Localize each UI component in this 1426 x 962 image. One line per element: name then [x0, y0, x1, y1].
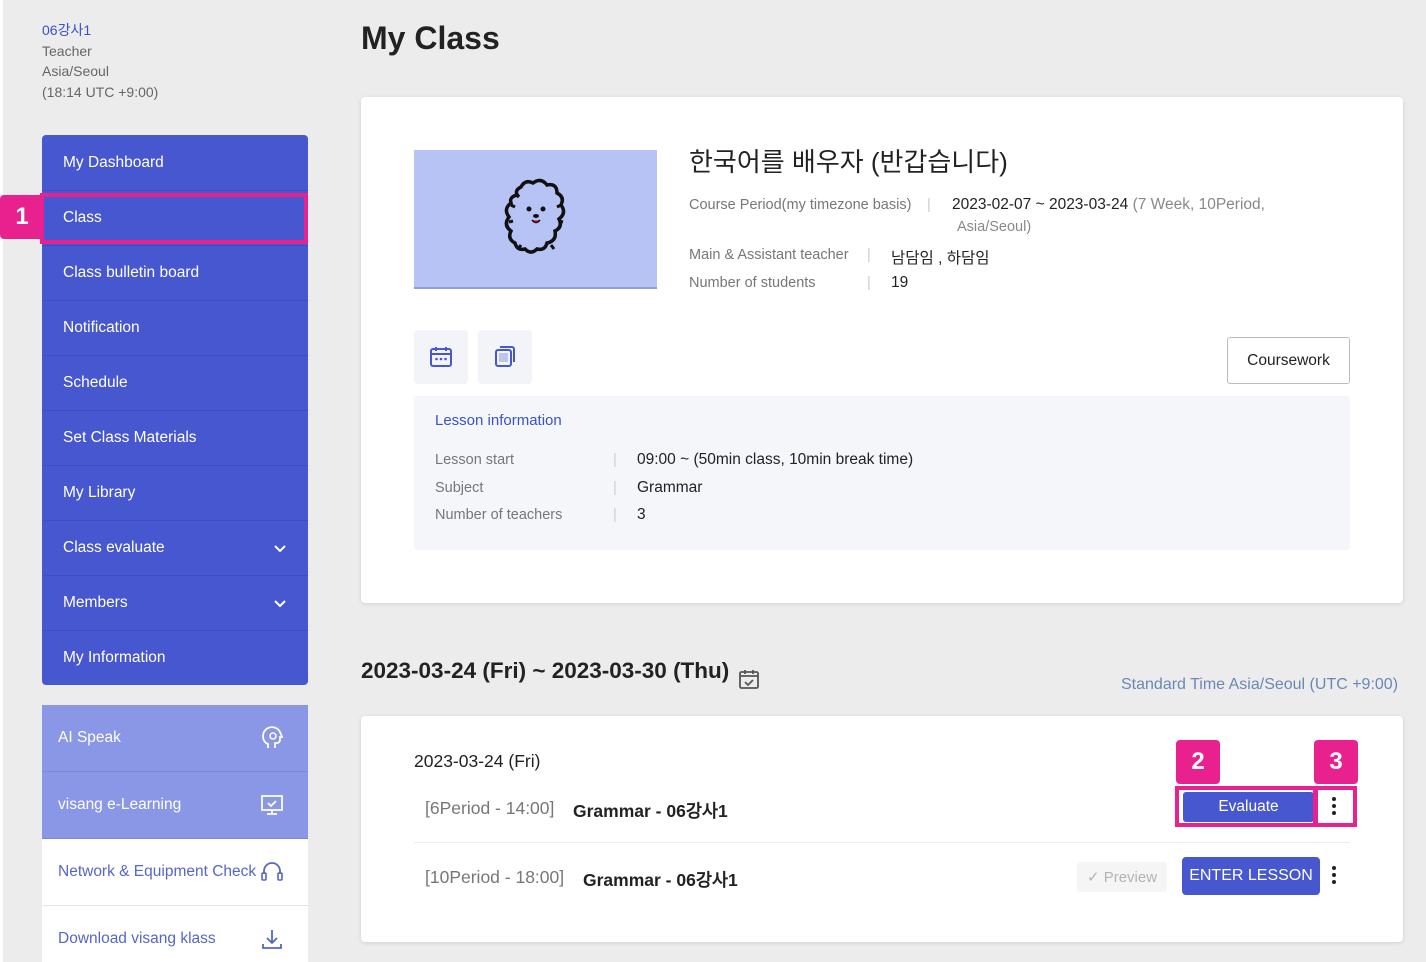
materials-button[interactable]	[478, 330, 532, 384]
calendar-icon	[430, 347, 452, 367]
sidebar-item-members[interactable]: Members	[42, 575, 308, 630]
tool-visang-elearning[interactable]: visang e-Learning	[42, 772, 308, 839]
enter-lesson-button[interactable]: ENTER LESSON	[1182, 857, 1320, 895]
sidebar-item-label: Class bulletin board	[63, 264, 200, 281]
tool-label: AI Speak	[58, 729, 121, 746]
standard-time: Standard Time Asia/Seoul (UTC +9:00)	[1121, 676, 1399, 693]
lesson-info-row: Number of teachers | 3	[435, 506, 646, 523]
teacher-row: Main & Assistant teacher | 남담임 , 하담임	[689, 247, 989, 267]
chevron-down-icon	[274, 600, 286, 608]
course-period-timezone: Asia/Seoul)	[957, 219, 1032, 235]
tool-label: visang e-Learning	[58, 796, 182, 813]
day-card: 2023-03-24 (Fri) [6Period - 14:00] Gramm…	[361, 716, 1403, 942]
sidebar-item-class-evaluate[interactable]: Class evaluate	[42, 520, 308, 575]
calendar-check-icon[interactable]	[738, 668, 760, 690]
students-label: Number of students	[689, 275, 816, 291]
coursework-button[interactable]: Coursework	[1227, 337, 1350, 384]
lesson-info-heading: Lesson information	[435, 412, 562, 429]
annotation-badge: 3	[1314, 740, 1358, 784]
week-range: 2023-03-24 (Fri) ~ 2023-03-30 (Thu)	[361, 658, 730, 683]
lesson-info-row: Subject | Grammar	[435, 479, 702, 496]
chevron-down-icon	[274, 545, 286, 553]
course-thumbnail	[414, 150, 657, 289]
course-period-label: Course Period(my timezone basis)	[689, 197, 912, 213]
course-card: 한국어를 배우자 (반갑습니다) Course Period(my timezo…	[361, 97, 1403, 603]
sidebar-item-label: My Information	[63, 649, 166, 666]
sidebar-item-class-bulletin-board[interactable]: Class bulletin board	[42, 245, 308, 300]
headset-icon	[261, 862, 283, 881]
lesson-info-label: Subject	[435, 480, 484, 496]
separator: |	[867, 247, 871, 263]
lesson-info-value: Grammar	[637, 479, 703, 496]
sidebar-item-label: My Dashboard	[63, 153, 164, 171]
sidebar-item-my-library[interactable]: My Library	[42, 465, 308, 520]
lesson-info-row: Lesson start | 09:00 ~ (50min class, 10m…	[435, 451, 913, 468]
sidebar-item-notification[interactable]: Notification	[42, 300, 308, 355]
lesson-info-value: 3	[637, 506, 646, 523]
separator: |	[613, 480, 617, 496]
sidebar-item-set-class-materials[interactable]: Set Class Materials	[42, 410, 308, 465]
sidebar-item-label: My Library	[63, 484, 136, 501]
sidebar-item-my-dashboard[interactable]: My Dashboard	[42, 135, 308, 190]
course-title: 한국어를 배우자 (반갑습니다)	[689, 147, 1008, 177]
lesson-period: [10Period - 18:00]	[425, 867, 565, 887]
tool-label: Network & Equipment Check	[58, 863, 257, 880]
profile-role: Teacher	[42, 42, 92, 59]
students-row: Number of students | 19	[689, 274, 908, 291]
monitor-icon	[261, 795, 283, 815]
course-period-row: Course Period(my timezone basis) | 2023-…	[689, 196, 1265, 235]
dog-illustration	[504, 178, 565, 254]
copy-icon	[495, 346, 515, 367]
lesson-name: Grammar - 06강사1	[583, 870, 738, 890]
sidebar-item-label: Notification	[63, 319, 140, 336]
annotation-badge: 2	[1176, 740, 1220, 784]
preview-button[interactable]: ✓ Preview	[1077, 862, 1167, 892]
separator: |	[927, 197, 931, 213]
divider	[414, 842, 1350, 843]
highlight-class	[40, 193, 308, 244]
ai-speak-icon	[262, 726, 284, 748]
tool-label: Download visang klass	[58, 930, 216, 947]
lesson-info-label: Lesson start	[435, 452, 514, 468]
lesson-information-box: Lesson information Lesson start | 09:00 …	[414, 396, 1350, 550]
lesson-period: [6Period - 14:00]	[425, 798, 555, 818]
window-edge	[0, 0, 3, 962]
lesson-info-label: Number of teachers	[435, 507, 563, 523]
separator: |	[613, 507, 617, 523]
sidebar-item-label: Set Class Materials	[63, 429, 197, 446]
profile-name: 06강사1	[42, 22, 92, 38]
profile-time: (18:14 UTC +9:00)	[42, 83, 159, 100]
download-icon	[262, 930, 282, 949]
profile-block: 06강사1 Teacher Asia/Seoul (18:14 UTC +9:0…	[42, 20, 158, 102]
lesson-info-value: 09:00 ~ (50min class, 10min break time)	[637, 451, 914, 468]
highlight-more-options	[1314, 786, 1357, 827]
students-value: 19	[891, 274, 909, 291]
lesson-name: Grammar - 06강사1	[573, 801, 728, 821]
tool-network-check[interactable]: Network & Equipment Check	[42, 839, 308, 906]
sidebar-item-schedule[interactable]: Schedule	[42, 355, 308, 410]
page-title: My Class	[361, 20, 500, 56]
sidebar-item-label: Members	[63, 594, 128, 611]
teacher-label: Main & Assistant teacher	[689, 247, 849, 263]
separator: |	[867, 275, 871, 291]
profile-timezone: Asia/Seoul	[42, 63, 109, 79]
annotation-badge: 1	[0, 195, 44, 239]
highlight-evaluate	[1175, 786, 1317, 827]
tool-download-klass[interactable]: Download visang klass	[42, 906, 308, 962]
course-period-value: 2023-02-07 ~ 2023-03-24	[952, 196, 1129, 213]
more-options-icon[interactable]	[1330, 866, 1338, 888]
sidebar-item-my-information[interactable]: My Information	[42, 630, 308, 685]
calendar-button[interactable]	[414, 330, 468, 384]
sidebar-tools: AI Speak visang e-Learning Network & Equ…	[42, 705, 308, 962]
separator: |	[613, 452, 617, 468]
sidebar-item-label: Class evaluate	[63, 539, 165, 556]
course-period-extra: (7 Week, 10Period,	[1132, 196, 1265, 213]
teacher-value: 남담임 , 하담임	[891, 250, 990, 267]
sidebar-item-label: Schedule	[63, 374, 128, 391]
tool-ai-speak[interactable]: AI Speak	[42, 705, 308, 772]
day-date: 2023-03-24 (Fri)	[414, 751, 541, 771]
